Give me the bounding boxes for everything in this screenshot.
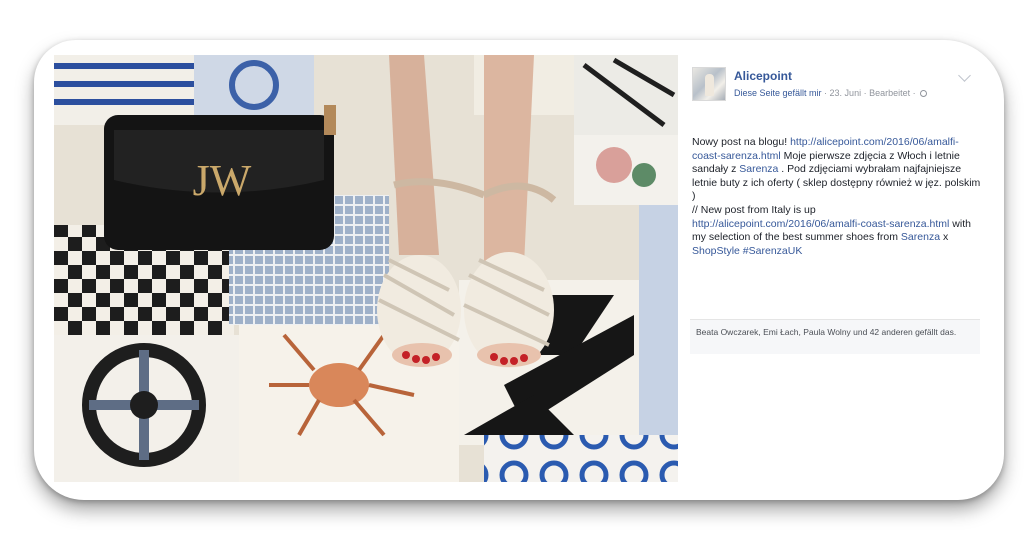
- post-photo[interactable]: JW: [54, 55, 678, 482]
- hashtag-link[interactable]: #SarenzaUK: [743, 245, 803, 257]
- globe-icon: [920, 90, 928, 97]
- sarenza-tag[interactable]: Sarenza: [901, 231, 940, 243]
- like-page-link[interactable]: Diese Seite gefällt mir: [734, 88, 822, 98]
- shopstyle-tag[interactable]: ShopStyle: [692, 245, 740, 257]
- chevron-down-icon[interactable]: [958, 69, 971, 82]
- meta-separator: ·: [910, 88, 919, 98]
- text-segment: // New post from Italy is up: [692, 203, 816, 216]
- post-header: Alicepoint Diese Seite gefällt mir · 23.…: [690, 63, 983, 107]
- post-text: Nowy post na blogu! http://alicepoint.co…: [692, 136, 982, 258]
- post-card: JW Alicepoint Diese Seite gefällt mir · …: [38, 40, 1000, 496]
- meta-separator: ·: [821, 88, 830, 98]
- post-link[interactable]: http://alicepoint.com/2016/06/amalfi-coa…: [692, 218, 949, 230]
- page-avatar[interactable]: [692, 67, 726, 101]
- edited-label[interactable]: Bearbeitet: [869, 88, 910, 98]
- brand-mark: JW: [193, 156, 252, 205]
- sarenza-tag[interactable]: Sarenza: [739, 163, 778, 175]
- likes-summary[interactable]: Beata Owczarek, Emi Łach, Paula Wolny un…: [690, 319, 980, 354]
- text-segment: x: [940, 231, 949, 244]
- sandal-right: [463, 252, 554, 368]
- page-name[interactable]: Alicepoint: [734, 69, 792, 83]
- text-segment: Nowy post na blogu!: [692, 136, 791, 148]
- post-date[interactable]: 23. Juni: [830, 88, 862, 98]
- photo-illustration: JW: [54, 55, 678, 482]
- post-panel: Alicepoint Diese Seite gefällt mir · 23.…: [690, 63, 983, 473]
- meta-separator: ·: [861, 88, 870, 98]
- post-meta: Diese Seite gefällt mir · 23. Juni · Bea…: [734, 88, 928, 98]
